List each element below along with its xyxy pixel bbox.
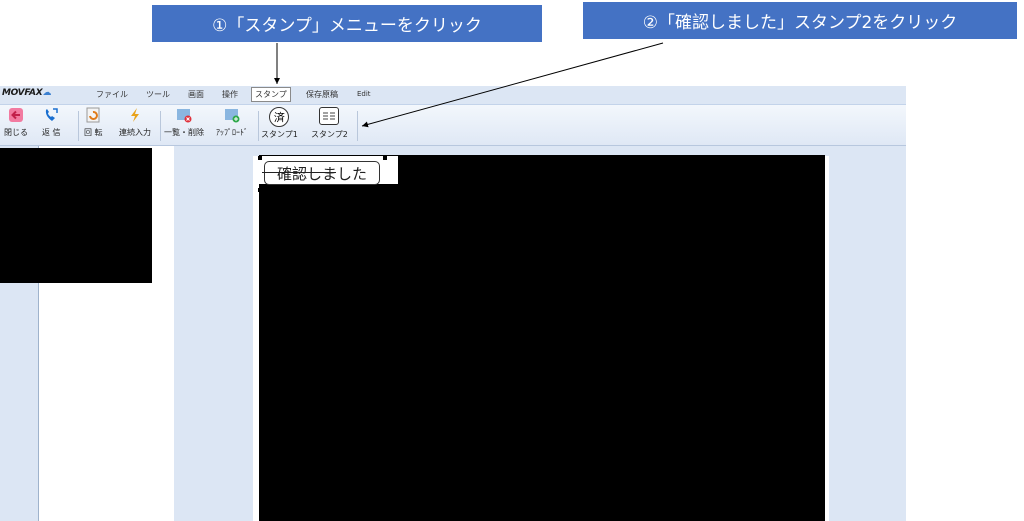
continuous-input-button[interactable]: 連続入力: [119, 107, 151, 143]
reply-label: 返 信: [42, 128, 61, 137]
rotate-button[interactable]: 回 転: [84, 107, 103, 143]
close-arrow-icon: [8, 107, 24, 123]
cloud-logo-icon: ☁: [42, 88, 52, 98]
redacted-document: [259, 155, 825, 521]
menu-stamp[interactable]: スタンプ: [251, 87, 291, 102]
menu-operation[interactable]: 操作: [222, 88, 238, 101]
menu-file[interactable]: ファイル: [96, 88, 128, 101]
upload-icon: [224, 107, 240, 123]
toolbar-separator: [160, 111, 161, 141]
close-button[interactable]: 閉じる: [4, 107, 28, 143]
callout-step1-text: ①「スタンプ」メニューをクリック: [212, 16, 482, 36]
rotate-icon: [85, 107, 101, 123]
upload-label: ｱｯﾌﾟﾛｰﾄﾞ: [216, 128, 248, 137]
stamp-kakunin-icon: [319, 107, 340, 125]
stamp1-label: スタンプ1: [261, 130, 298, 139]
toolbar-separator: [357, 111, 358, 141]
stamp-text: 確認しました: [276, 164, 367, 183]
toolbar-separator: [78, 111, 79, 141]
list-delete-icon: [176, 107, 192, 123]
selection-handle[interactable]: [258, 156, 262, 160]
menu-saved-docs[interactable]: 保存原稿: [306, 88, 338, 101]
stamp2-label: スタンプ2: [311, 130, 348, 139]
lightning-icon: [127, 107, 143, 123]
toolbar-separator: [258, 111, 259, 141]
upload-button[interactable]: ｱｯﾌﾟﾛｰﾄﾞ: [216, 107, 248, 143]
toolbar: 閉じる 返 信 回 転 連続入力 一覧・削除 ｱｯﾌﾟﾛｰﾄﾞ 済 スタンプ1 …: [0, 105, 906, 146]
logo-text: MOVFAX: [2, 88, 43, 98]
reply-button[interactable]: 返 信: [42, 107, 61, 143]
stamp2-button[interactable]: スタンプ2: [311, 107, 348, 143]
callout-step2-text: ②「確認しました」スタンプ2をクリック: [642, 13, 958, 33]
callout-step1: ①「スタンプ」メニューをクリック: [152, 5, 542, 42]
stamp1-button[interactable]: 済 スタンプ1: [261, 107, 298, 143]
redacted-thumbnail: [0, 148, 152, 283]
selection-handle[interactable]: [258, 188, 262, 192]
selection-handle[interactable]: [383, 188, 387, 192]
menu-tool[interactable]: ツール: [146, 88, 170, 101]
phone-reply-icon: [43, 107, 59, 123]
stamp-sumi-icon: 済: [269, 107, 290, 127]
list-delete-label: 一覧・削除: [164, 128, 204, 137]
stamp-strike-line: [262, 172, 336, 173]
continuous-input-label: 連続入力: [119, 128, 151, 137]
callout-step2: ②「確認しました」スタンプ2をクリック: [583, 2, 1017, 39]
menu-bar: MOVFAX☁ ファイル ツール 画面 操作 スタンプ 保存原稿 Edit: [0, 86, 906, 105]
stamp1-glyph: 済: [273, 111, 285, 124]
rotate-label: 回 転: [84, 128, 103, 137]
menu-edit[interactable]: Edit: [357, 88, 371, 101]
kakunin-stamp[interactable]: 確認しました: [264, 161, 380, 185]
close-label: 閉じる: [4, 128, 28, 137]
list-delete-button[interactable]: 一覧・削除: [164, 107, 204, 143]
menu-screen[interactable]: 画面: [188, 88, 204, 101]
movfax-logo: MOVFAX☁: [2, 88, 51, 98]
selection-handle[interactable]: [383, 156, 387, 160]
